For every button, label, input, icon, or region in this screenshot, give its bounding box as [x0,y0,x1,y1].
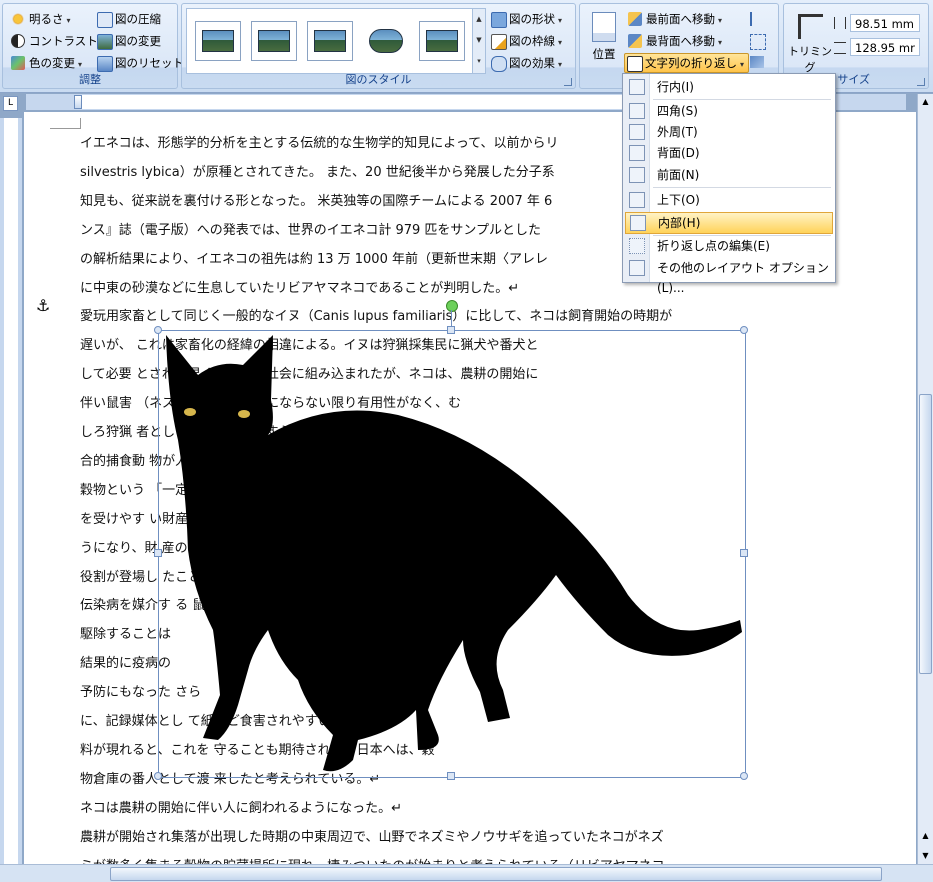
wrap-behind-option[interactable]: 背面(D) [625,143,833,163]
resize-handle-e[interactable] [740,549,748,557]
document-line: ンス』誌（電子版）への発表では、世界のイエネコ計 979 匹をサンプルとした [80,222,542,238]
style-gallery [186,8,473,74]
width-icon [834,42,846,54]
recolor-button[interactable]: 色の変更 ▾ [9,53,82,73]
change-picture-icon [97,34,113,50]
reset-picture-button[interactable]: 図のリセット [95,53,184,73]
horizontal-scroll-thumb[interactable] [110,867,882,881]
wrap-top-bottom-icon [629,192,645,208]
adjust-group: 明るさ▾ コントラスト▾ 色の変更▾ 図の圧縮 図の変更 図のリセット 調整 [2,3,184,89]
rotate-icon[interactable] [750,56,764,68]
crop-icon [797,14,823,39]
prev-page-icon[interactable]: ▲ [918,831,933,840]
size-dialog-launcher-icon[interactable] [917,78,925,86]
text-wrap-icon [627,56,643,72]
height-field[interactable]: 98.51 mm [850,14,920,32]
wrap-through-option[interactable]: 内部(H) [625,212,833,234]
dialog-launcher-icon[interactable] [564,78,572,86]
vertical-scroll-thumb[interactable] [919,394,932,674]
resize-handle-n[interactable] [447,326,455,334]
picture-shape-button[interactable]: 図の形状 ▾ [489,9,562,29]
document-line: silvestris lybica）が原種とされてきた。 また、20 世紀後半か… [80,164,555,180]
wrap-tight-option[interactable]: 外周(T) [625,122,833,142]
document-line: の解析結果により、イエネコの祖先は約 13 万 1000 年前（更新世末期〈アレ… [80,251,548,267]
rotate-handle[interactable] [446,300,458,312]
edit-wrap-points-icon [629,238,645,254]
next-page-icon[interactable]: ▼ [918,851,933,860]
resize-handle-sw[interactable] [154,772,162,780]
sun-icon [11,12,25,26]
corner-mark [50,118,81,129]
wrap-through-icon [630,215,646,231]
wrap-square-icon [629,103,645,119]
size-group-label: サイズ [837,73,870,86]
wrap-square-option[interactable]: 四角(S) [625,101,833,121]
compress-button[interactable]: 図の圧縮 [95,9,161,29]
resize-handle-se[interactable] [740,772,748,780]
width-field[interactable]: 128.95 mr [850,38,920,56]
compress-icon [97,12,113,28]
crop-button[interactable]: トリミング [788,8,832,74]
document-line: 愛玩用家畜として同じく一般的なイヌ（Canis lupus familiaris… [80,309,673,325]
picture-border-button[interactable]: 図の枠線 ▾ [489,31,562,51]
bring-front-icon [628,12,642,26]
layout-options-icon [629,260,645,276]
style-thumb-2[interactable] [251,21,297,61]
style-thumb-4[interactable] [363,21,409,61]
align-icon[interactable] [750,12,768,26]
border-pen-icon [491,34,507,50]
send-back-icon [628,34,642,48]
wrap-inline-icon [629,79,645,95]
document-line: ネコは農耕の開始に伴い人に飼われるようになった。↵ [80,800,402,816]
horizontal-scrollbar[interactable] [0,864,933,882]
selection-frame [158,330,746,778]
shape-icon [491,12,507,28]
indent-marker[interactable] [74,95,82,109]
brightness-button[interactable]: 明るさ ▾ [9,9,71,29]
picture-styles-label: 図のスタイル [345,73,412,86]
height-icon [834,17,846,29]
recolor-icon [11,56,25,70]
wrap-behind-icon [629,145,645,161]
document-line: 知見も、従来説を裏付ける形となった。 米英独等の国際チームによる 2007 年 … [80,193,553,209]
vertical-ruler[interactable] [0,118,22,878]
wrap-inline-option[interactable]: 行内(I) [625,77,833,97]
more-layout-options[interactable]: その他のレイアウト オプション(L)... [625,258,833,295]
position-button[interactable]: 位置 [585,8,623,66]
send-to-back-button[interactable]: 最背面へ移動 ▾ [626,31,722,51]
resize-handle-s[interactable] [447,772,455,780]
position-icon [592,12,616,42]
document-line: に中東の砂漠などに生息していたリビアヤマネコであることが判明した。↵ [80,280,520,296]
reset-picture-icon [97,56,113,72]
change-picture-button[interactable]: 図の変更 [95,31,161,51]
wrap-front-option[interactable]: 前面(N) [625,165,833,185]
scroll-up-icon[interactable]: ▲ [918,94,933,109]
contrast-button[interactable]: コントラスト▾ [9,31,105,51]
group-icon[interactable] [750,34,766,50]
style-thumb-3[interactable] [307,21,353,61]
document-line: 農耕が開始され集落が出現した時期の中東周辺で、山野でネズミやノウサギを追っていた… [80,829,664,845]
text-wrap-menu: 行内(I) 四角(S) 外周(T) 背面(D) 前面(N) 上下(O) 内部(H… [622,73,836,295]
edit-wrap-points-option[interactable]: 折り返し点の編集(E) [625,236,833,256]
style-thumb-1[interactable] [195,21,241,61]
resize-handle-nw[interactable] [154,326,162,334]
gallery-scroll[interactable]: ▲ ▼ ▾ [472,8,486,74]
resize-handle-w[interactable] [154,549,162,557]
adjust-group-label: 調整 [79,73,101,86]
tab-selector[interactable]: L [3,96,18,111]
picture-effects-button[interactable]: 図の効果 ▾ [489,53,562,73]
wrap-top-bottom-option[interactable]: 上下(O) [625,190,833,210]
vertical-scrollbar[interactable]: ▲ ▲ ▼ [917,94,933,864]
resize-handle-ne[interactable] [740,326,748,334]
style-thumb-5[interactable] [419,21,465,61]
picture-styles-group: ▲ ▼ ▾ 図の形状 ▾ 図の枠線 ▾ 図の効果 ▾ 図のスタイル [181,3,576,89]
document-line: イエネコは、形態学的分析を主とする伝統的な生物学的知見によって、以前からリ [80,136,559,151]
wrap-tight-icon [629,124,645,140]
text-wrap-button[interactable]: 文字列の折り返し ▾ [624,53,750,73]
anchor-icon[interactable]: ⚓ [36,298,50,314]
effects-icon [491,56,507,72]
wrap-front-icon [629,167,645,183]
bring-to-front-button[interactable]: 最前面へ移動 ▾ [626,9,722,29]
contrast-icon [11,34,25,48]
